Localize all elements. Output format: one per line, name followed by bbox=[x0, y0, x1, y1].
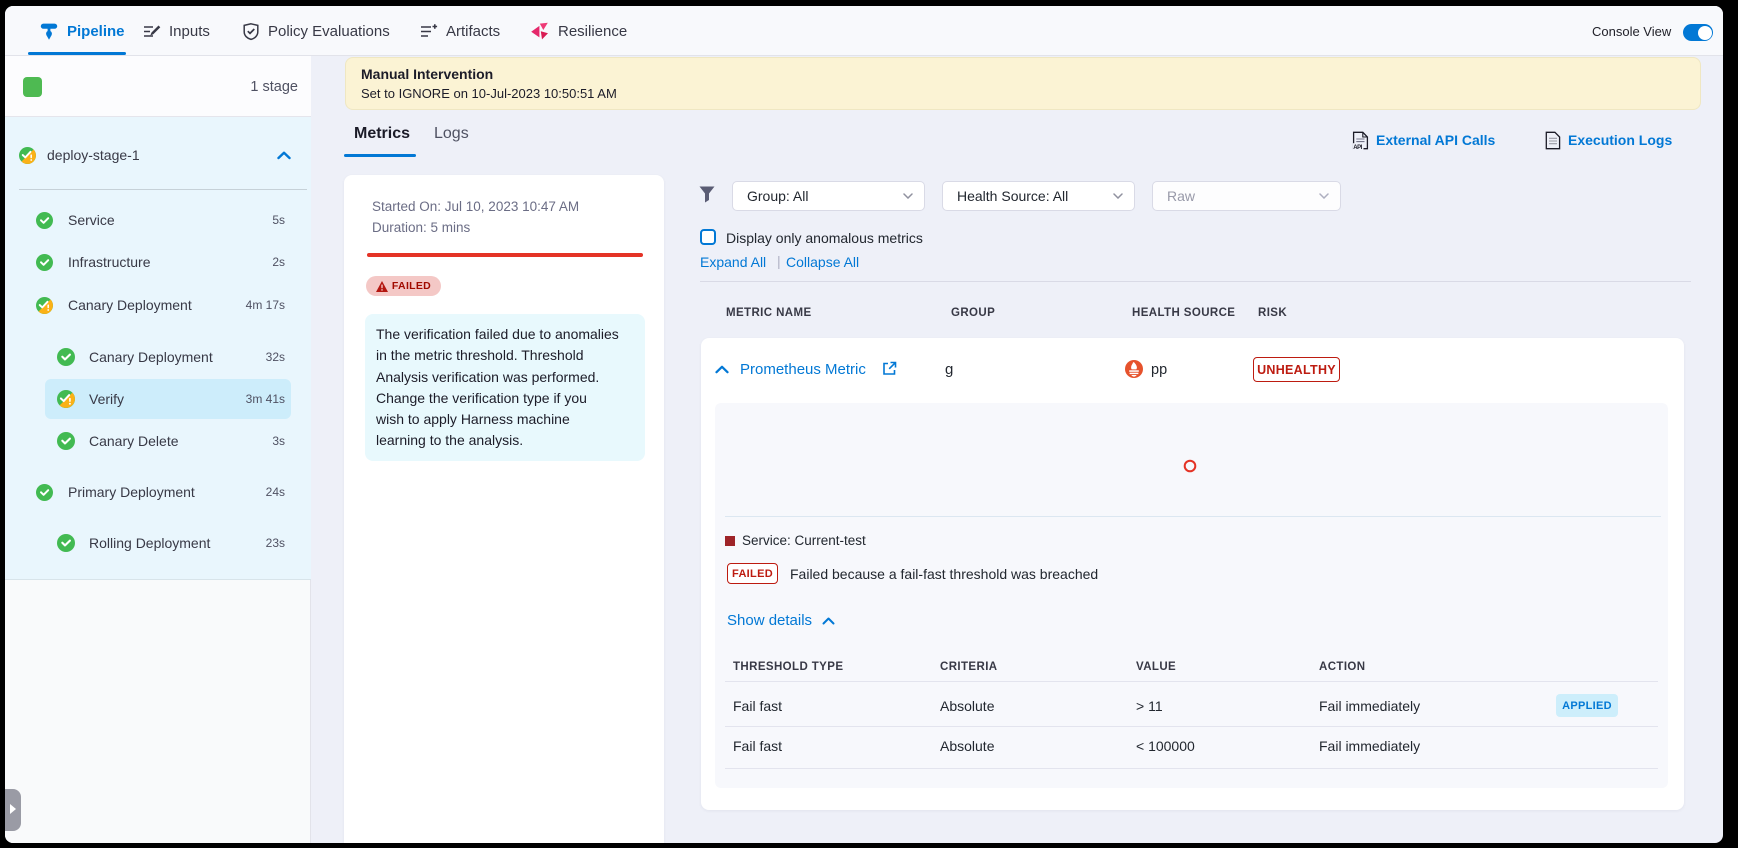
svg-text:API: API bbox=[1353, 144, 1363, 149]
